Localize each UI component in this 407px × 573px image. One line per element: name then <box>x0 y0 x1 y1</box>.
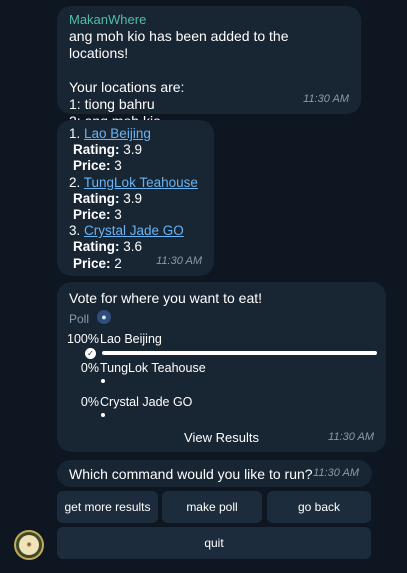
poll-option-label[interactable]: Crystal Jade GO <box>100 395 192 409</box>
result-rating: Rating: 3.9 <box>69 191 202 207</box>
message-time: 11:30 AM <box>313 467 359 479</box>
price-label: Price: <box>73 255 111 271</box>
restaurant-link[interactable]: Lao Beijing <box>84 126 151 141</box>
result-number: 1. <box>69 126 81 141</box>
price-label: Price: <box>73 158 111 174</box>
result-number: 2. <box>69 174 81 190</box>
quit-button[interactable]: quit <box>57 527 371 559</box>
restaurant-link[interactable]: Crystal Jade GO <box>84 223 184 238</box>
message-bubble-results: 1. Lao Beijing Rating: 3.9 Price: 3 2. T… <box>57 120 214 276</box>
price-value: 3 <box>114 207 122 223</box>
result-item: 1. Lao Beijing <box>69 126 202 142</box>
go-back-button[interactable]: go back <box>267 491 371 523</box>
poll-bubble: Vote for where you want to eat! Poll ● 1… <box>57 282 386 452</box>
result-item: 3. Crystal Jade GO <box>69 223 202 239</box>
poll-option-percent: 100% <box>67 332 99 346</box>
bot-logo-icon: ◉ <box>19 535 39 555</box>
price-value: 2 <box>114 255 122 271</box>
poll-option-label[interactable]: Lao Beijing <box>100 332 162 346</box>
line-spacer <box>69 62 349 79</box>
result-item: 2. TungLok Teahouse <box>69 175 202 191</box>
poll-option-label[interactable]: TungLok Teahouse <box>100 361 206 375</box>
message-time: 11:30 AM <box>328 431 374 443</box>
result-number: 3. <box>69 223 81 239</box>
rating-value: 3.6 <box>123 239 143 255</box>
sender-name[interactable]: MakanWhere <box>69 12 349 28</box>
bot-avatar-icon[interactable]: ◉ <box>14 530 44 560</box>
result-rating: Rating: 3.9 <box>69 142 202 158</box>
rating-label: Rating: <box>73 142 120 158</box>
price-label: Price: <box>73 207 111 223</box>
message-time: 11:30 AM <box>156 255 202 267</box>
poll-question: Vote for where you want to eat! <box>69 290 263 306</box>
result-rating: Rating: 3.6 <box>69 239 202 255</box>
rating-label: Rating: <box>73 190 120 206</box>
price-value: 3 <box>114 158 122 174</box>
result-price: Price: 3 <box>69 207 202 223</box>
message-text: Which command would you like to run? <box>69 466 313 482</box>
poll-option-percent: 0% <box>80 395 99 409</box>
checkmark-icon: ✓ <box>85 348 96 359</box>
restaurant-link[interactable]: TungLok Teahouse <box>84 175 198 190</box>
poll-option-percent: 0% <box>80 361 99 375</box>
poll-option-bar <box>101 413 105 417</box>
make-poll-button[interactable]: make poll <box>162 491 262 523</box>
rating-value: 3.9 <box>123 190 143 206</box>
message-time: 11:30 AM <box>303 93 349 105</box>
rating-value: 3.9 <box>123 142 143 158</box>
voter-avatar-icon: ● <box>97 310 111 324</box>
message-bubble-command: Which command would you like to run? 11:… <box>57 460 372 487</box>
result-price: Price: 3 <box>69 158 202 174</box>
rating-label: Rating: <box>73 239 120 255</box>
message-text-line: ang moh kio has been added to the locati… <box>69 28 289 61</box>
get-more-results-button[interactable]: get more results <box>57 491 158 523</box>
message-bubble-locations: MakanWhere ang moh kio has been added to… <box>57 6 361 129</box>
poll-option-bar <box>101 379 105 383</box>
poll-type-label: Poll <box>69 312 90 326</box>
poll-option-bar <box>102 351 377 355</box>
